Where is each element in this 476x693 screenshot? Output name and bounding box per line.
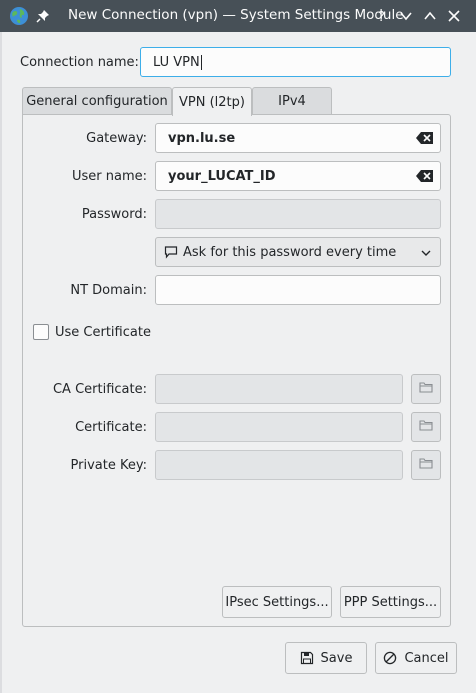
ppp-settings-label: PPP Settings... (343, 594, 438, 610)
text-caret (200, 54, 202, 70)
private-key-browse-button (411, 450, 441, 480)
chevron-down-icon (420, 247, 432, 259)
connection-name-input[interactable]: LU VPN (140, 47, 451, 77)
gateway-value: vpn.lu.se (168, 130, 236, 146)
gateway-input[interactable]: vpn.lu.se (155, 123, 441, 153)
ppp-settings-button[interactable]: PPP Settings... (340, 586, 441, 618)
cancel-icon (383, 651, 404, 665)
folder-icon (419, 381, 433, 397)
password-label: Password: (81, 207, 147, 222)
help-icon[interactable]: ? (372, 6, 392, 26)
private-key-label: Private Key: (70, 458, 147, 473)
use-certificate-checkbox[interactable] (33, 324, 49, 340)
titlebar[interactable]: New Connection (vpn) — System Settings M… (0, 0, 476, 32)
tab-general-configuration[interactable]: General configuration (22, 87, 172, 115)
ipsec-settings-label: IPsec Settings... (225, 594, 329, 610)
certificate-input (155, 412, 403, 442)
tab-ipv4[interactable]: IPv4 (252, 87, 332, 115)
certificate-label: Certificate: (75, 420, 147, 435)
ipsec-settings-button[interactable]: IPsec Settings... (222, 586, 332, 618)
username-label: User name: (71, 169, 147, 184)
svg-text:?: ? (378, 10, 385, 23)
save-label: Save (320, 650, 353, 666)
pin-icon[interactable] (36, 9, 50, 23)
ca-certificate-input (155, 374, 403, 404)
password-input (155, 199, 441, 229)
cancel-button[interactable]: Cancel (375, 642, 457, 674)
password-mode-value: Ask for this password every time (183, 244, 397, 260)
window-title: New Connection (vpn) — System Settings M… (68, 7, 404, 23)
ca-certificate-browse-button (411, 374, 441, 404)
nt-domain-input[interactable] (155, 275, 441, 305)
private-key-input (155, 450, 403, 480)
maximize-icon[interactable] (420, 6, 440, 26)
username-input[interactable]: your_LUCAT_ID (155, 161, 441, 191)
use-certificate-label: Use Certificate (55, 325, 151, 340)
folder-icon (419, 419, 433, 435)
folder-icon (419, 457, 433, 473)
certificate-browse-button (411, 412, 441, 442)
tab-vpn-l2tp[interactable]: VPN (l2tp) (172, 87, 252, 116)
tab-label: VPN (l2tp) (179, 94, 245, 110)
tab-label: General configuration (26, 94, 168, 109)
ca-certificate-label: CA Certificate: (52, 382, 147, 397)
tab-label: IPv4 (278, 94, 306, 109)
close-icon[interactable] (444, 6, 464, 26)
save-icon (300, 651, 321, 665)
password-prompt-icon (164, 245, 178, 259)
cancel-label: Cancel (404, 650, 449, 666)
globe-icon (9, 6, 29, 26)
gateway-label: Gateway: (86, 131, 147, 146)
password-mode-select[interactable]: Ask for this password every time (155, 237, 441, 267)
connection-name-value: LU VPN (153, 54, 200, 70)
minimize-icon[interactable] (396, 6, 416, 26)
clear-text-icon[interactable] (416, 169, 434, 183)
nt-domain-label: NT Domain: (70, 283, 147, 298)
connection-name-label: Connection name: (20, 55, 139, 70)
dialog-window: Connection name: LU VPN General configur… (0, 32, 476, 693)
username-value: your_LUCAT_ID (168, 168, 276, 184)
clear-text-icon[interactable] (416, 131, 434, 145)
save-button[interactable]: Save (285, 642, 367, 674)
